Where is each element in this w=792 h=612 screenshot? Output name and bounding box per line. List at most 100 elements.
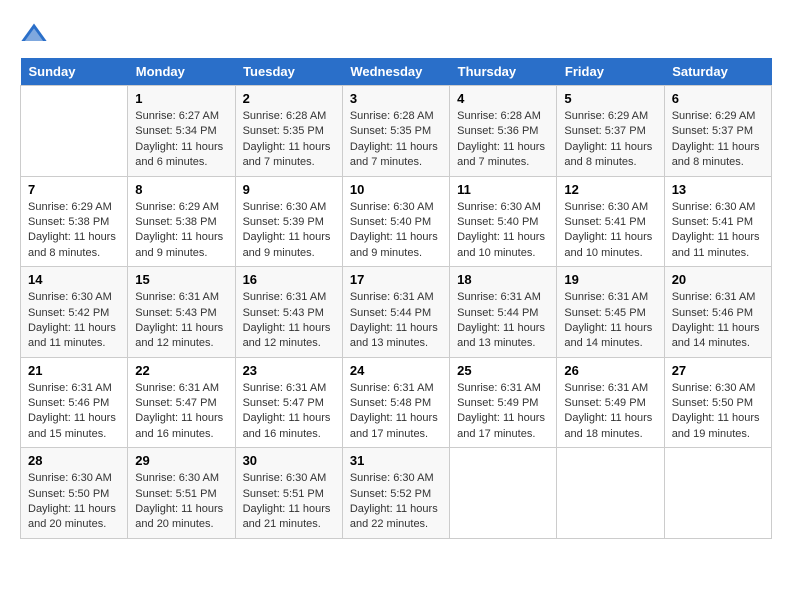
day-info: Sunrise: 6:27 AM Sunset: 5:34 PM Dayligh…	[135, 109, 227, 171]
day-info: Sunrise: 6:31 AM Sunset: 5:49 PM Dayligh…	[564, 381, 656, 443]
week-row-3: 21 Sunrise: 6:31 AM Sunset: 5:46 PM Dayli…	[21, 357, 772, 448]
day-info: Sunrise: 6:28 AM Sunset: 5:36 PM Dayligh…	[457, 109, 549, 171]
day-cell: 17 Sunrise: 6:31 AM Sunset: 5:44 PM Dayli…	[342, 267, 449, 358]
day-number: 3	[350, 91, 442, 106]
day-cell: 28 Sunrise: 6:30 AM Sunset: 5:50 PM Dayli…	[21, 448, 128, 539]
day-cell: 8 Sunrise: 6:29 AM Sunset: 5:38 PM Daylig…	[128, 176, 235, 267]
logo-icon	[20, 20, 48, 48]
calendar-table: SundayMondayTuesdayWednesdayThursdayFrid…	[20, 58, 772, 539]
day-info: Sunrise: 6:30 AM Sunset: 5:50 PM Dayligh…	[672, 381, 764, 443]
day-number: 6	[672, 91, 764, 106]
day-cell: 27 Sunrise: 6:30 AM Sunset: 5:50 PM Dayli…	[664, 357, 771, 448]
header	[20, 20, 772, 48]
header-cell-sunday: Sunday	[21, 58, 128, 86]
day-cell: 31 Sunrise: 6:30 AM Sunset: 5:52 PM Dayli…	[342, 448, 449, 539]
day-info: Sunrise: 6:31 AM Sunset: 5:43 PM Dayligh…	[135, 290, 227, 352]
day-info: Sunrise: 6:28 AM Sunset: 5:35 PM Dayligh…	[350, 109, 442, 171]
week-row-1: 7 Sunrise: 6:29 AM Sunset: 5:38 PM Daylig…	[21, 176, 772, 267]
day-number: 21	[28, 363, 120, 378]
day-cell: 29 Sunrise: 6:30 AM Sunset: 5:51 PM Dayli…	[128, 448, 235, 539]
day-info: Sunrise: 6:29 AM Sunset: 5:38 PM Dayligh…	[28, 200, 120, 262]
header-row: SundayMondayTuesdayWednesdayThursdayFrid…	[21, 58, 772, 86]
day-number: 22	[135, 363, 227, 378]
day-info: Sunrise: 6:31 AM Sunset: 5:49 PM Dayligh…	[457, 381, 549, 443]
header-cell-monday: Monday	[128, 58, 235, 86]
day-cell: 1 Sunrise: 6:27 AM Sunset: 5:34 PM Daylig…	[128, 86, 235, 177]
day-info: Sunrise: 6:30 AM Sunset: 5:40 PM Dayligh…	[457, 200, 549, 262]
day-info: Sunrise: 6:30 AM Sunset: 5:50 PM Dayligh…	[28, 471, 120, 533]
day-info: Sunrise: 6:31 AM Sunset: 5:47 PM Dayligh…	[243, 381, 335, 443]
day-info: Sunrise: 6:29 AM Sunset: 5:37 PM Dayligh…	[564, 109, 656, 171]
day-cell: 23 Sunrise: 6:31 AM Sunset: 5:47 PM Dayli…	[235, 357, 342, 448]
header-cell-saturday: Saturday	[664, 58, 771, 86]
day-number: 20	[672, 272, 764, 287]
day-number: 11	[457, 182, 549, 197]
day-info: Sunrise: 6:31 AM Sunset: 5:47 PM Dayligh…	[135, 381, 227, 443]
day-number: 18	[457, 272, 549, 287]
day-cell: 21 Sunrise: 6:31 AM Sunset: 5:46 PM Dayli…	[21, 357, 128, 448]
day-info: Sunrise: 6:29 AM Sunset: 5:37 PM Dayligh…	[672, 109, 764, 171]
header-cell-thursday: Thursday	[450, 58, 557, 86]
day-cell: 18 Sunrise: 6:31 AM Sunset: 5:44 PM Dayli…	[450, 267, 557, 358]
day-number: 28	[28, 453, 120, 468]
day-cell: 26 Sunrise: 6:31 AM Sunset: 5:49 PM Dayli…	[557, 357, 664, 448]
day-cell: 10 Sunrise: 6:30 AM Sunset: 5:40 PM Dayli…	[342, 176, 449, 267]
day-info: Sunrise: 6:30 AM Sunset: 5:40 PM Dayligh…	[350, 200, 442, 262]
day-info: Sunrise: 6:30 AM Sunset: 5:42 PM Dayligh…	[28, 290, 120, 352]
day-number: 24	[350, 363, 442, 378]
day-cell: 22 Sunrise: 6:31 AM Sunset: 5:47 PM Dayli…	[128, 357, 235, 448]
day-cell: 14Sunrise: 6:30 AM Sunset: 5:42 PM Dayli…	[21, 267, 128, 358]
day-number: 8	[135, 182, 227, 197]
day-info: Sunrise: 6:31 AM Sunset: 5:45 PM Dayligh…	[564, 290, 656, 352]
day-number: 2	[243, 91, 335, 106]
day-number: 9	[243, 182, 335, 197]
day-info: Sunrise: 6:31 AM Sunset: 5:43 PM Dayligh…	[243, 290, 335, 352]
day-number: 19	[564, 272, 656, 287]
day-info: Sunrise: 6:30 AM Sunset: 5:39 PM Dayligh…	[243, 200, 335, 262]
day-number: 31	[350, 453, 442, 468]
day-number: 26	[564, 363, 656, 378]
day-info: Sunrise: 6:30 AM Sunset: 5:41 PM Dayligh…	[672, 200, 764, 262]
day-number: 12	[564, 182, 656, 197]
day-number: 27	[672, 363, 764, 378]
day-cell: 19 Sunrise: 6:31 AM Sunset: 5:45 PM Dayli…	[557, 267, 664, 358]
header-cell-wednesday: Wednesday	[342, 58, 449, 86]
day-cell: 12Sunrise: 6:30 AM Sunset: 5:41 PM Dayli…	[557, 176, 664, 267]
day-info: Sunrise: 6:31 AM Sunset: 5:44 PM Dayligh…	[457, 290, 549, 352]
day-info: Sunrise: 6:31 AM Sunset: 5:46 PM Dayligh…	[28, 381, 120, 443]
header-cell-tuesday: Tuesday	[235, 58, 342, 86]
day-info: Sunrise: 6:29 AM Sunset: 5:38 PM Dayligh…	[135, 200, 227, 262]
day-cell	[664, 448, 771, 539]
day-number: 4	[457, 91, 549, 106]
day-info: Sunrise: 6:31 AM Sunset: 5:44 PM Dayligh…	[350, 290, 442, 352]
day-cell	[21, 86, 128, 177]
day-cell: 4 Sunrise: 6:28 AM Sunset: 5:36 PM Daylig…	[450, 86, 557, 177]
day-cell: 13 Sunrise: 6:30 AM Sunset: 5:41 PM Dayli…	[664, 176, 771, 267]
day-number: 10	[350, 182, 442, 197]
day-number: 25	[457, 363, 549, 378]
day-cell: 6 Sunrise: 6:29 AM Sunset: 5:37 PM Daylig…	[664, 86, 771, 177]
day-cell	[557, 448, 664, 539]
week-row-2: 14Sunrise: 6:30 AM Sunset: 5:42 PM Dayli…	[21, 267, 772, 358]
day-cell: 20Sunrise: 6:31 AM Sunset: 5:46 PM Dayli…	[664, 267, 771, 358]
day-number: 7	[28, 182, 120, 197]
day-info: Sunrise: 6:31 AM Sunset: 5:48 PM Dayligh…	[350, 381, 442, 443]
day-number: 30	[243, 453, 335, 468]
day-number: 5	[564, 91, 656, 106]
week-row-0: 1 Sunrise: 6:27 AM Sunset: 5:34 PM Daylig…	[21, 86, 772, 177]
day-number: 17	[350, 272, 442, 287]
day-number: 13	[672, 182, 764, 197]
day-cell: 7 Sunrise: 6:29 AM Sunset: 5:38 PM Daylig…	[21, 176, 128, 267]
day-cell: 3 Sunrise: 6:28 AM Sunset: 5:35 PM Daylig…	[342, 86, 449, 177]
day-number: 1	[135, 91, 227, 106]
day-number: 29	[135, 453, 227, 468]
day-number: 23	[243, 363, 335, 378]
day-info: Sunrise: 6:30 AM Sunset: 5:52 PM Dayligh…	[350, 471, 442, 533]
day-cell: 16Sunrise: 6:31 AM Sunset: 5:43 PM Dayli…	[235, 267, 342, 358]
day-info: Sunrise: 6:30 AM Sunset: 5:51 PM Dayligh…	[135, 471, 227, 533]
day-cell: 11 Sunrise: 6:30 AM Sunset: 5:40 PM Dayli…	[450, 176, 557, 267]
day-cell: 30 Sunrise: 6:30 AM Sunset: 5:51 PM Dayli…	[235, 448, 342, 539]
day-cell: 24 Sunrise: 6:31 AM Sunset: 5:48 PM Dayli…	[342, 357, 449, 448]
day-info: Sunrise: 6:30 AM Sunset: 5:51 PM Dayligh…	[243, 471, 335, 533]
day-cell: 15Sunrise: 6:31 AM Sunset: 5:43 PM Dayli…	[128, 267, 235, 358]
